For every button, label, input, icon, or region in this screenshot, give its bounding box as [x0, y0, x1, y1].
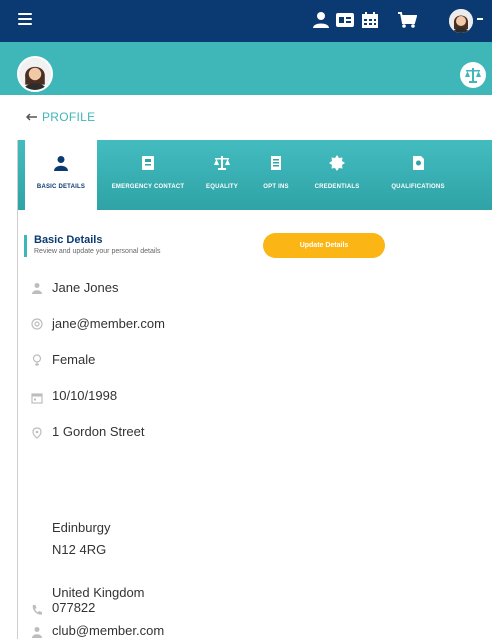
section-title: Basic Details [34, 234, 103, 246]
avatar[interactable] [449, 9, 473, 33]
user-icon[interactable] [311, 11, 331, 29]
balance-button[interactable] [460, 62, 486, 88]
back-arrow-icon[interactable] [26, 113, 38, 121]
tab-qualifications[interactable]: QUALIFICATIONS [376, 140, 460, 210]
badge-icon [329, 155, 345, 171]
tab-label: EQUALITY [206, 184, 238, 190]
gender-icon [32, 354, 42, 366]
balance-scale-icon [465, 68, 481, 83]
calendar-icon[interactable] [360, 11, 380, 29]
phone-icon [32, 605, 42, 615]
tab-basic-details[interactable]: BASIC DETAILS [25, 140, 97, 210]
club-email-value: club@member.com [52, 623, 165, 638]
user-icon [32, 627, 42, 638]
cart-icon[interactable] [397, 11, 417, 29]
section-subtitle: Review and update your personal details [34, 248, 161, 255]
phone-value: 077822 [52, 600, 96, 615]
avatar-icon [19, 58, 51, 90]
address-line1-value: 1 Gordon Street [52, 424, 145, 439]
at-sign-icon [31, 318, 43, 330]
balance-scale-icon [214, 156, 230, 170]
content-divider [17, 140, 18, 639]
tab-label: BASIC DETAILS [36, 184, 86, 190]
profile-header [0, 42, 492, 95]
tab-equality[interactable]: EQUALITY [196, 140, 248, 210]
update-details-button[interactable]: Update Details [263, 233, 385, 258]
top-nav-bar [0, 0, 492, 42]
id-card-icon[interactable] [335, 11, 355, 29]
country-value: United Kingdom [52, 585, 145, 600]
breadcrumb-label[interactable]: PROFILE [42, 110, 95, 124]
section-accent [24, 235, 27, 257]
chevron-down-icon[interactable] [477, 18, 483, 20]
certificate-icon [413, 156, 424, 170]
dob-value: 10/10/1998 [52, 388, 118, 403]
gender-value: Female [52, 352, 96, 367]
name-value: Jane Jones [52, 280, 119, 295]
profile-avatar [17, 56, 53, 92]
location-pin-icon [32, 427, 42, 439]
tab-emergency-contact[interactable]: EMERGENCY CONTACT [110, 140, 186, 210]
email-value: jane@member.com [52, 316, 165, 331]
city-value: Edinburgy [52, 520, 111, 535]
tab-label: OPT INS [263, 184, 289, 190]
tab-label: QUALIFICATIONS [391, 184, 445, 190]
id-card-icon [142, 156, 154, 170]
tab-credentials[interactable]: CREDENTIALS [303, 140, 371, 210]
tab-label: EMERGENCY CONTACT [111, 184, 185, 190]
tab-opt-ins[interactable]: OPT INS [255, 140, 297, 210]
postcode-value: N12 4RG [52, 542, 107, 557]
list-icon [271, 156, 281, 170]
avatar-icon [449, 9, 473, 33]
user-icon [54, 156, 68, 171]
hamburger-icon[interactable] [18, 13, 32, 25]
calendar-icon [31, 393, 43, 404]
tab-label: CREDENTIALS [314, 184, 360, 190]
user-icon [32, 283, 42, 294]
